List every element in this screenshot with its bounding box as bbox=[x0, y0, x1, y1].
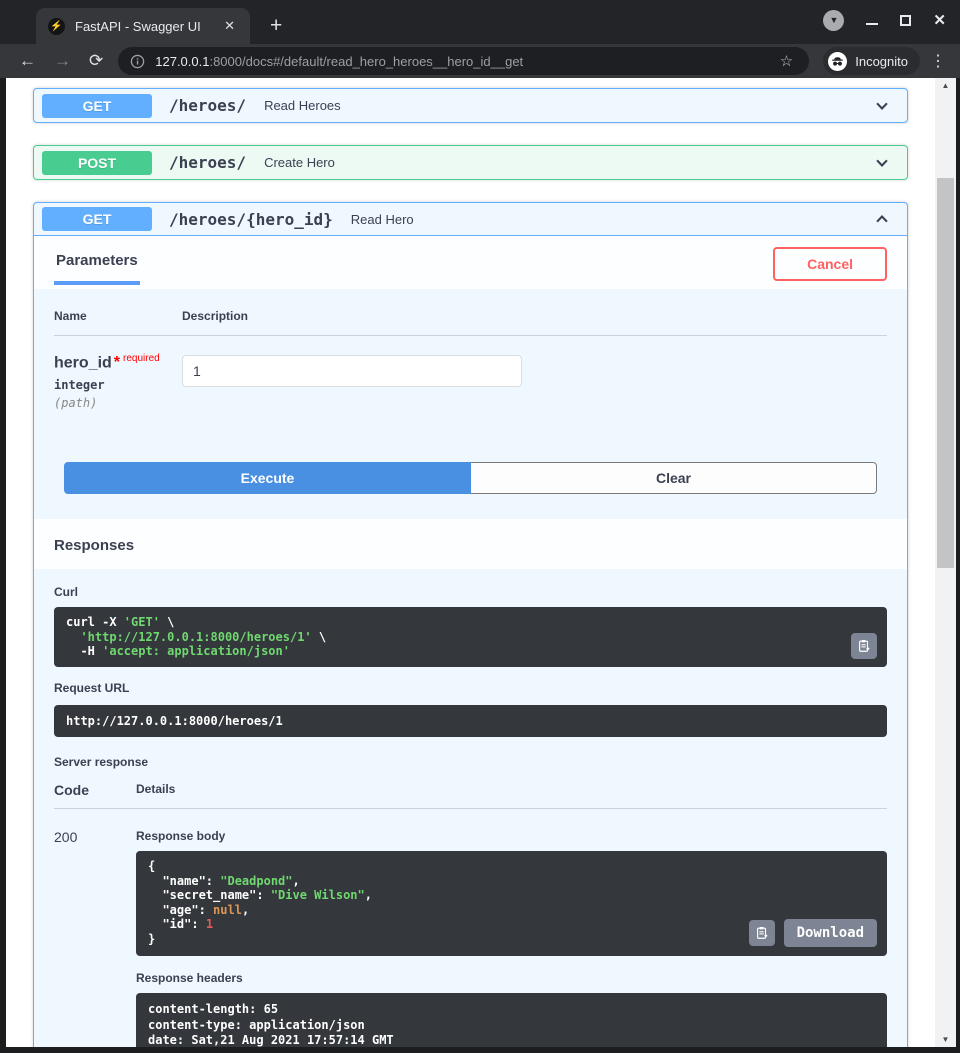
response-row: 200 Response body { "name": "Deadpond", … bbox=[54, 829, 887, 1047]
details-column-header: Details bbox=[136, 782, 176, 796]
url-path: :8000/docs#/default/read_hero_heroes__he… bbox=[209, 53, 524, 69]
chevron-down-icon[interactable] bbox=[873, 154, 891, 172]
request-url-label: Request URL bbox=[54, 680, 130, 695]
opblock-summary-get-heroes[interactable]: GET /heroes/ Read Heroes bbox=[34, 89, 907, 122]
required-label: required bbox=[123, 353, 160, 364]
tab-strip: ⚡ FastAPI - Swagger UI ✕ + ▼ ✕ bbox=[0, 0, 960, 44]
scroll-up-icon[interactable]: ▲ bbox=[935, 81, 956, 90]
tab-title: FastAPI - Swagger UI bbox=[75, 18, 201, 34]
bookmark-star-icon[interactable]: ☆ bbox=[776, 52, 797, 70]
execute-button[interactable]: Execute bbox=[64, 462, 471, 494]
response-columns: Code Details bbox=[54, 782, 887, 809]
scrollbar[interactable]: ▲ ▼ bbox=[935, 78, 956, 1047]
status-code: 200 bbox=[54, 829, 78, 845]
browser-tab[interactable]: ⚡ FastAPI - Swagger UI ✕ bbox=[36, 8, 250, 44]
endpoint-path: /heroes/ bbox=[169, 153, 247, 172]
responses-title: Responses bbox=[54, 537, 135, 554]
maximize-button[interactable] bbox=[900, 15, 912, 26]
clipboard-icon bbox=[859, 639, 870, 652]
curl-label: Curl bbox=[54, 585, 78, 599]
info-icon[interactable] bbox=[130, 54, 145, 69]
endpoint-path: /heroes/{hero_id} bbox=[169, 209, 333, 229]
opblock-summary-get-hero-id[interactable]: GET /heroes/{hero_id} Read Hero bbox=[34, 203, 907, 236]
required-asterisk: * bbox=[113, 354, 121, 372]
forward-icon[interactable]: → bbox=[45, 51, 80, 71]
endpoint-summary: Create Hero bbox=[264, 155, 335, 170]
copy-to-clipboard-button[interactable] bbox=[851, 632, 877, 659]
clear-button[interactable]: Clear bbox=[471, 462, 877, 494]
reload-icon[interactable]: ⟳ bbox=[80, 51, 112, 71]
parameter-name-cell: hero_id * required integer (path) bbox=[54, 353, 182, 444]
opblock-get-heroes: GET /heroes/ Read Heroes bbox=[33, 88, 908, 123]
clipboard-icon bbox=[756, 927, 768, 939]
browser-toolbar: ← → ⟳ 127.0.0.1:8000/docs#/default/read_… bbox=[0, 44, 960, 78]
url-host: 127.0.0.1 bbox=[155, 53, 210, 69]
responses-section-header: Responses bbox=[34, 519, 907, 569]
parameters-table: Name Description hero_id * required intege… bbox=[34, 289, 907, 444]
responses-body: Curl curl -X 'GET' \ 'http://127.0.0.1:8… bbox=[34, 569, 907, 1047]
request-url-block: http://127.0.0.1:8000/heroes/1 bbox=[54, 704, 887, 737]
fastapi-favicon-icon: ⚡ bbox=[48, 17, 65, 35]
tab-close-icon[interactable]: ✕ bbox=[219, 17, 240, 35]
browser-viewport: GET /heroes/ Read Heroes POST /heroes/ C… bbox=[0, 78, 960, 1053]
address-bar[interactable]: 127.0.0.1:8000/docs#/default/read_hero_h… bbox=[118, 47, 810, 75]
endpoint-path: /heroes/ bbox=[169, 96, 247, 115]
parameter-row: hero_id * required integer (path) bbox=[54, 336, 887, 444]
back-icon[interactable]: ← bbox=[10, 51, 45, 71]
chevron-up-icon[interactable] bbox=[873, 210, 891, 228]
opblock-post-heroes: POST /heroes/ Create Hero bbox=[33, 145, 908, 180]
opblock-get-hero-id: GET /heroes/{hero_id} Read Hero Paramete… bbox=[33, 202, 908, 1047]
parameters-columns: Name Description bbox=[54, 309, 887, 336]
method-badge: GET bbox=[42, 93, 152, 118]
incognito-badge: Incognito bbox=[823, 47, 920, 75]
cancel-button[interactable]: Cancel bbox=[773, 247, 887, 281]
scrollbar-thumb[interactable] bbox=[937, 178, 954, 568]
parameters-section-header: Parameters Cancel bbox=[34, 236, 907, 289]
browser-window: ⚡ FastAPI - Swagger UI ✕ + ▼ ✕ ← → ⟳ 127… bbox=[0, 0, 960, 1053]
server-response-label: Server response bbox=[54, 755, 149, 769]
response-details: Response body { "name": "Deadpond", "sec… bbox=[136, 829, 887, 1047]
endpoint-summary: Read Hero bbox=[350, 211, 414, 227]
swagger-page: GET /heroes/ Read Heroes POST /heroes/ C… bbox=[6, 78, 935, 1047]
code-column-header: Code bbox=[54, 782, 89, 798]
tab-search-icon[interactable]: ▼ bbox=[823, 10, 845, 31]
response-body-block: { "name": "Deadpond", "secret_name": "Di… bbox=[136, 851, 887, 956]
download-button[interactable]: Download bbox=[783, 919, 877, 947]
copy-to-clipboard-button[interactable] bbox=[748, 920, 775, 946]
incognito-icon bbox=[828, 51, 848, 71]
method-badge: POST bbox=[42, 150, 152, 175]
curl-code-block: curl -X 'GET' \ 'http://127.0.0.1:8000/h… bbox=[54, 607, 887, 667]
endpoint-summary: Read Heroes bbox=[264, 98, 341, 113]
name-column-header: Name bbox=[54, 309, 87, 323]
description-column-header: Description bbox=[182, 309, 249, 323]
parameter-location: (path) bbox=[54, 396, 98, 411]
url-text: 127.0.0.1:8000/docs#/default/read_hero_h… bbox=[155, 54, 776, 69]
parameter-name: hero_id * required bbox=[54, 353, 160, 372]
response-headers-block: content-length: 65 content-type: applicat… bbox=[136, 993, 887, 1047]
menu-icon[interactable]: ⋮ bbox=[920, 51, 950, 71]
response-body-actions: Download bbox=[748, 919, 877, 947]
window-close-button[interactable]: ✕ bbox=[933, 13, 946, 28]
hero-id-input[interactable] bbox=[182, 355, 522, 387]
method-badge: GET bbox=[42, 207, 152, 231]
chevron-down-icon[interactable] bbox=[873, 97, 891, 115]
incognito-label: Incognito bbox=[855, 53, 908, 69]
scroll-down-icon[interactable]: ▼ bbox=[935, 1035, 956, 1044]
minimize-button[interactable] bbox=[866, 22, 879, 25]
execute-wrapper: Execute Clear bbox=[34, 444, 907, 519]
response-headers-label: Response headers bbox=[136, 971, 243, 985]
parameter-value-cell bbox=[182, 353, 522, 444]
response-body-label: Response body bbox=[136, 829, 226, 843]
parameter-type: integer bbox=[54, 378, 105, 393]
opblock-summary-post-heroes[interactable]: POST /heroes/ Create Hero bbox=[34, 146, 907, 179]
tab-parameters[interactable]: Parameters bbox=[54, 252, 140, 285]
new-tab-button[interactable]: + bbox=[264, 14, 288, 38]
window-controls: ▼ ✕ bbox=[823, 10, 946, 31]
